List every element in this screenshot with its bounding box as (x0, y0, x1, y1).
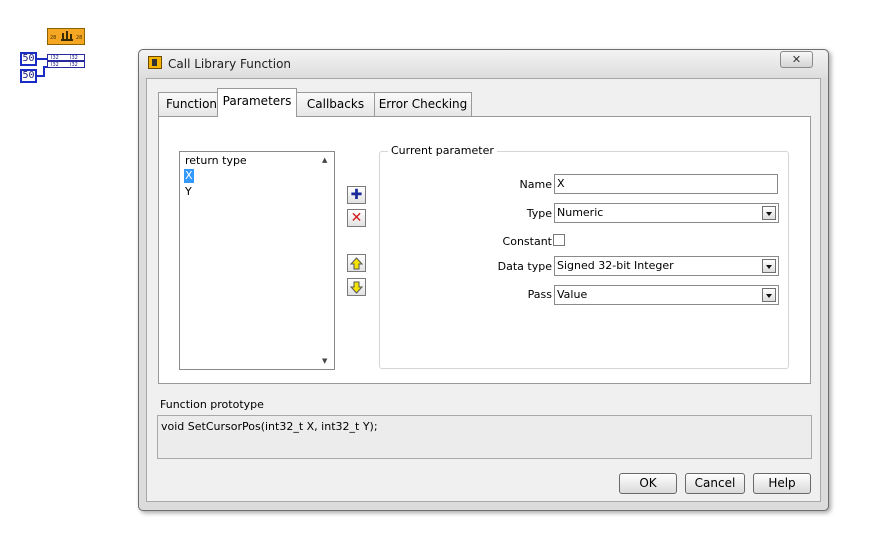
list-item-x[interactable]: X (184, 169, 194, 183)
ok-button[interactable]: OK (619, 473, 677, 494)
tab-function[interactable]: Function (158, 92, 225, 116)
type-label: Type (526, 207, 552, 220)
numeric-constant-x[interactable]: 50 (20, 52, 37, 66)
pass-select[interactable]: Value (554, 285, 779, 305)
scroll-down-icon[interactable]: ▼ (322, 357, 327, 365)
data-type-label: Data type (497, 260, 552, 273)
parameter-list[interactable]: return type X Y ▲ ▼ (179, 151, 335, 370)
scroll-up-icon[interactable]: ▲ (322, 156, 327, 164)
list-scrollbar[interactable]: ▲ ▼ (319, 152, 334, 369)
wire-x (37, 58, 47, 60)
type-select[interactable]: Numeric (554, 203, 779, 223)
node-header-label-right: 28 (76, 35, 83, 41)
move-down-button[interactable] (347, 278, 366, 296)
help-button[interactable]: Help (753, 473, 811, 494)
tab-callbacks[interactable]: Callbacks (296, 92, 375, 116)
labview-vi-icon (148, 56, 162, 69)
arrow-up-icon (349, 257, 364, 270)
move-up-button[interactable] (347, 254, 366, 272)
list-item-y[interactable]: Y (185, 185, 192, 199)
tab-parameters[interactable]: Parameters (217, 88, 297, 117)
node-terminal-row-x[interactable]: I32 I32 (47, 54, 85, 61)
delete-parameter-button[interactable]: ✕ (347, 209, 366, 227)
arrow-down-icon (349, 281, 364, 294)
add-parameter-button[interactable]: ✚ (347, 186, 366, 204)
group-title: Current parameter (388, 144, 497, 157)
type-value: Numeric (557, 206, 604, 219)
close-button[interactable]: ✕ (780, 51, 813, 68)
list-item-return-type[interactable]: return type (185, 154, 247, 168)
name-label: Name (519, 178, 552, 191)
call-library-node[interactable]: 28 28 I32 I32 I32 I32 (47, 28, 85, 70)
terminal-label: I32 (70, 62, 78, 68)
data-type-value: Signed 32-bit Integer (557, 259, 674, 272)
numeric-constant-y[interactable]: 50 (20, 69, 37, 83)
constant-label: Constant (502, 235, 552, 248)
function-prototype-box: void SetCursorPos(int32_t X, int32_t Y); (157, 415, 812, 459)
chevron-down-icon[interactable] (762, 206, 776, 220)
pass-label: Pass (527, 288, 552, 301)
tab-error-checking[interactable]: Error Checking (374, 92, 472, 116)
data-type-select[interactable]: Signed 32-bit Integer (554, 256, 779, 276)
cancel-button[interactable]: Cancel (685, 473, 745, 494)
node-header: 28 28 (47, 28, 85, 45)
delete-x-icon: ✕ (350, 210, 363, 226)
title-bar[interactable]: Call Library Function ✕ (139, 50, 828, 77)
dialog-title: Call Library Function (168, 57, 292, 71)
chevron-down-icon[interactable] (762, 259, 776, 273)
current-parameter-group: Current parameter Name X Type Numeric Co… (379, 144, 789, 369)
call-library-function-dialog: Call Library Function ✕ Function Paramet… (138, 49, 829, 511)
parameters-panel: return type X Y ▲ ▼ ✚ ✕ Current paramete… (158, 116, 811, 384)
node-terminal-row-y[interactable]: I32 I32 (47, 61, 85, 68)
function-prototype-label: Function prototype (160, 398, 264, 411)
wire-y-join (43, 66, 47, 68)
node-header-label-left: 28 (50, 35, 57, 41)
dialog-client: Function Parameters Callbacks Error Chec… (146, 78, 821, 502)
chevron-down-icon[interactable] (762, 288, 776, 302)
plus-icon: ✚ (350, 187, 363, 203)
library-icon (61, 31, 73, 41)
name-field[interactable]: X (554, 174, 778, 194)
constant-checkbox[interactable] (553, 234, 565, 246)
terminal-label: I32 (51, 62, 59, 68)
pass-value: Value (557, 288, 588, 301)
